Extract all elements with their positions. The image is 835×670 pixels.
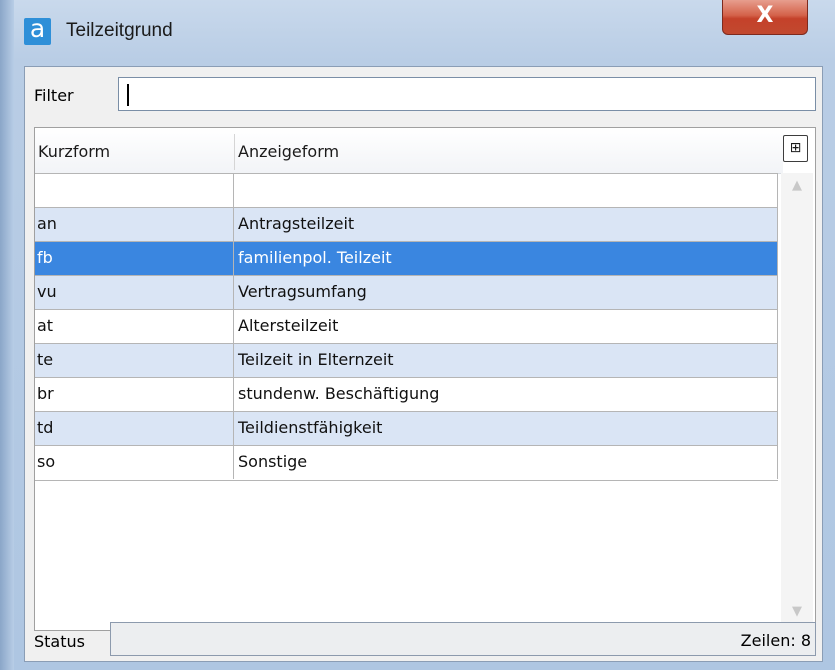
table-row[interactable]: td Teildienstfähigkeit — [35, 411, 778, 445]
table-row[interactable]: fb familienpol. Teilzeit — [35, 241, 778, 275]
column-header-anzeigeform[interactable]: Anzeigeform — [238, 142, 339, 161]
cell-anzeigeform[interactable]: Sonstige — [234, 446, 778, 479]
cell-anzeigeform[interactable]: Antragsteilzeit — [234, 208, 778, 241]
app-logo-icon: a — [24, 16, 51, 45]
vertical-scrollbar[interactable]: ▲ ▼ — [781, 173, 813, 630]
window-title: Teilzeitgrund — [66, 20, 173, 41]
grid-row-divider — [35, 480, 778, 481]
cell-kurzform[interactable]: te — [35, 344, 234, 377]
window-border — [0, 0, 14, 670]
table-row[interactable]: vu Vertragsumfang — [35, 275, 778, 309]
cell-kurzform[interactable]: vu — [35, 276, 234, 309]
cell-anzeigeform[interactable]: Vertragsumfang — [234, 276, 778, 309]
cell-kurzform[interactable]: an — [35, 208, 234, 241]
cell-anzeigeform[interactable]: familienpol. Teilzeit — [234, 242, 778, 275]
close-icon: X — [756, 3, 774, 28]
table-row[interactable] — [35, 173, 778, 207]
column-header-kurzform[interactable]: Kurzform — [38, 142, 110, 161]
cell-anzeigeform[interactable]: stundenw. Beschäftigung — [234, 378, 778, 411]
table-row[interactable]: br stundenw. Beschäftigung — [35, 377, 778, 411]
cell-kurzform[interactable]: td — [35, 412, 234, 445]
status-label: Status — [34, 632, 85, 651]
cell-kurzform[interactable]: fb — [35, 242, 234, 275]
close-button[interactable]: X — [722, 0, 808, 35]
filter-input[interactable] — [118, 77, 816, 111]
table-row[interactable]: so Sonstige — [35, 445, 778, 479]
cell-kurzform[interactable]: so — [35, 446, 234, 479]
text-caret — [127, 84, 129, 106]
filter-label: Filter — [34, 86, 74, 105]
grid-header: Kurzform Anzeigeform — [35, 128, 783, 174]
cell-anzeigeform[interactable]: Teilzeit in Elternzeit — [234, 344, 778, 377]
data-grid[interactable]: Kurzform Anzeigeform ⊞ an Antragsteilzeit… — [34, 127, 816, 631]
title-bar[interactable]: a Teilzeitgrund — [14, 0, 835, 66]
cell-anzeigeform[interactable] — [234, 174, 778, 207]
dialog-window: a Teilzeitgrund X Filter Kurzform Anzeig… — [0, 0, 835, 670]
column-chooser-icon[interactable]: ⊞ — [783, 135, 808, 162]
scroll-up-icon[interactable]: ▲ — [785, 177, 809, 195]
table-row[interactable]: te Teilzeit in Elternzeit — [35, 343, 778, 377]
row-count-text: Zeilen: 8 — [740, 631, 811, 650]
status-bar: Zeilen: 8 — [110, 622, 816, 656]
table-row[interactable]: an Antragsteilzeit — [35, 207, 778, 241]
cell-anzeigeform[interactable]: Altersteilzeit — [234, 310, 778, 343]
table-row[interactable]: at Altersteilzeit — [35, 309, 778, 343]
cell-anzeigeform[interactable]: Teildienstfähigkeit — [234, 412, 778, 445]
cell-kurzform[interactable] — [35, 174, 234, 207]
column-divider[interactable] — [234, 134, 235, 170]
scroll-down-icon[interactable]: ▼ — [785, 603, 809, 621]
cell-kurzform[interactable]: br — [35, 378, 234, 411]
dialog-content: Filter Kurzform Anzeigeform ⊞ an Antragst… — [24, 66, 823, 662]
cell-kurzform[interactable]: at — [35, 310, 234, 343]
